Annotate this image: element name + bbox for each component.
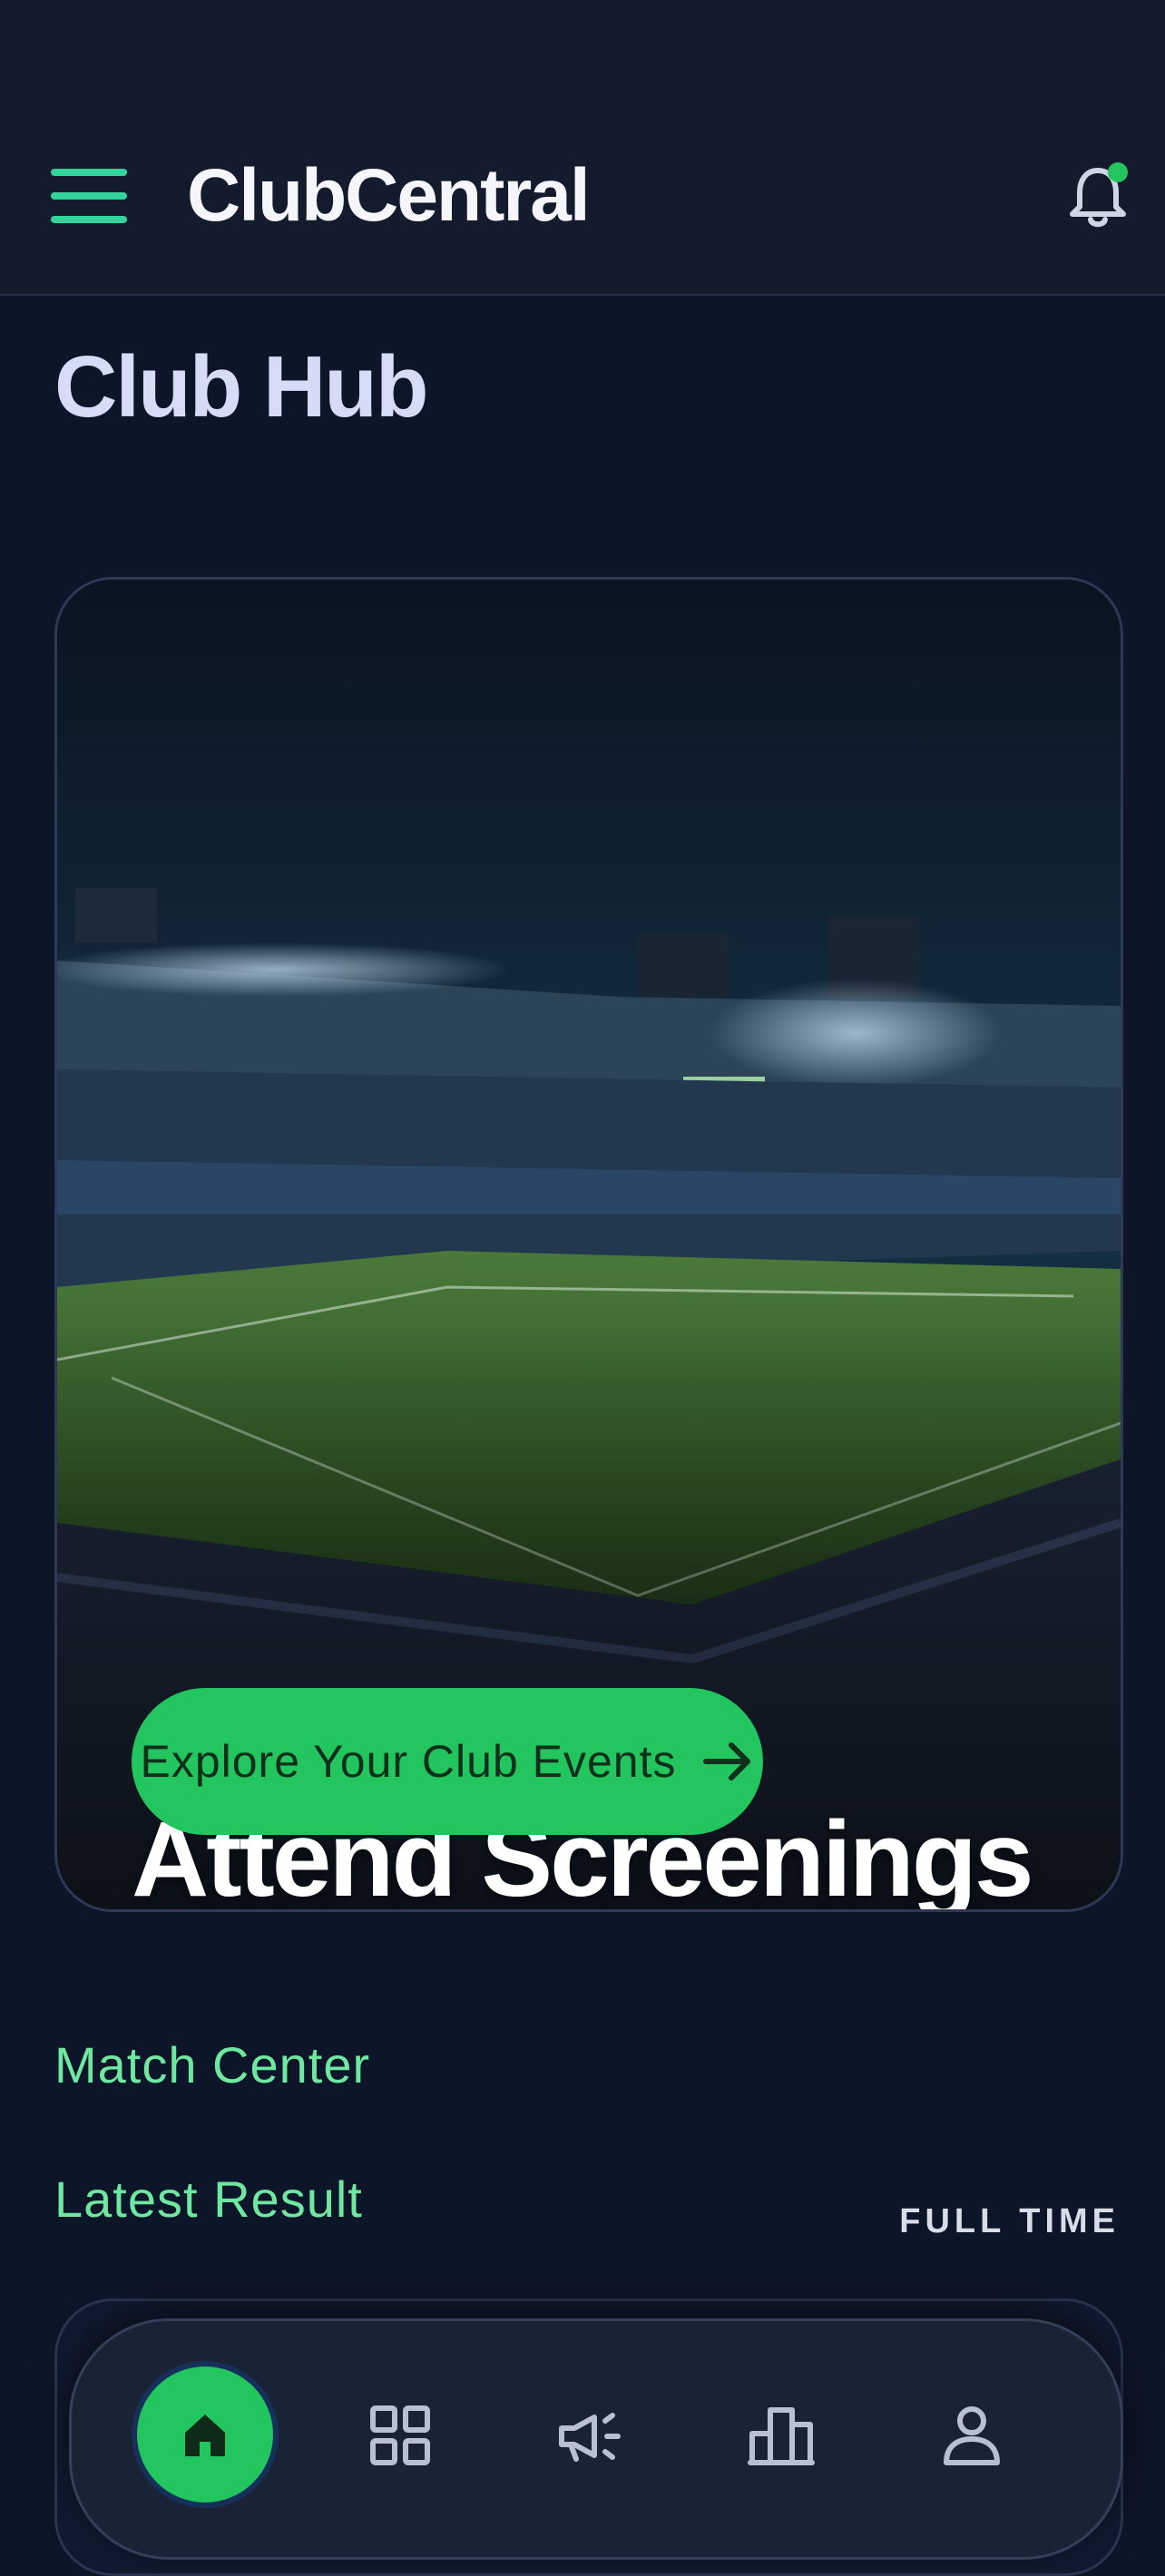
nav-home[interactable] bbox=[137, 2366, 273, 2503]
nav-grid[interactable] bbox=[364, 2399, 436, 2472]
profile-icon bbox=[944, 2406, 1000, 2465]
latest-result-label: Latest Result bbox=[54, 2171, 363, 2228]
nav-leaderboard[interactable] bbox=[745, 2399, 817, 2472]
grid-icon bbox=[370, 2405, 430, 2465]
nav-announcements[interactable] bbox=[554, 2399, 627, 2472]
hero-card: Attend Screenings & Events Explore Your … bbox=[54, 577, 1123, 1912]
bottom-nav bbox=[69, 2318, 1123, 2560]
notification-dot bbox=[1108, 162, 1128, 182]
bell-icon[interactable] bbox=[1062, 160, 1134, 232]
menu-icon[interactable] bbox=[51, 169, 127, 223]
explore-events-label: Explore Your Club Events bbox=[140, 1736, 677, 1787]
match-center-label: Match Center bbox=[54, 2036, 371, 2093]
leaderboard-icon bbox=[748, 2407, 815, 2465]
page-title: Club Hub bbox=[54, 338, 429, 435]
megaphone-icon bbox=[559, 2413, 621, 2462]
home-icon bbox=[185, 2415, 225, 2456]
arrow-right-icon bbox=[702, 1742, 750, 1781]
app-title: ClubCentral bbox=[187, 154, 591, 237]
explore-events-button[interactable]: Explore Your Club Events bbox=[132, 1688, 763, 1835]
app-header: ClubCentral bbox=[0, 0, 1165, 296]
nav-profile[interactable] bbox=[935, 2399, 1008, 2472]
match-status: FULL TIME bbox=[899, 2202, 1120, 2240]
